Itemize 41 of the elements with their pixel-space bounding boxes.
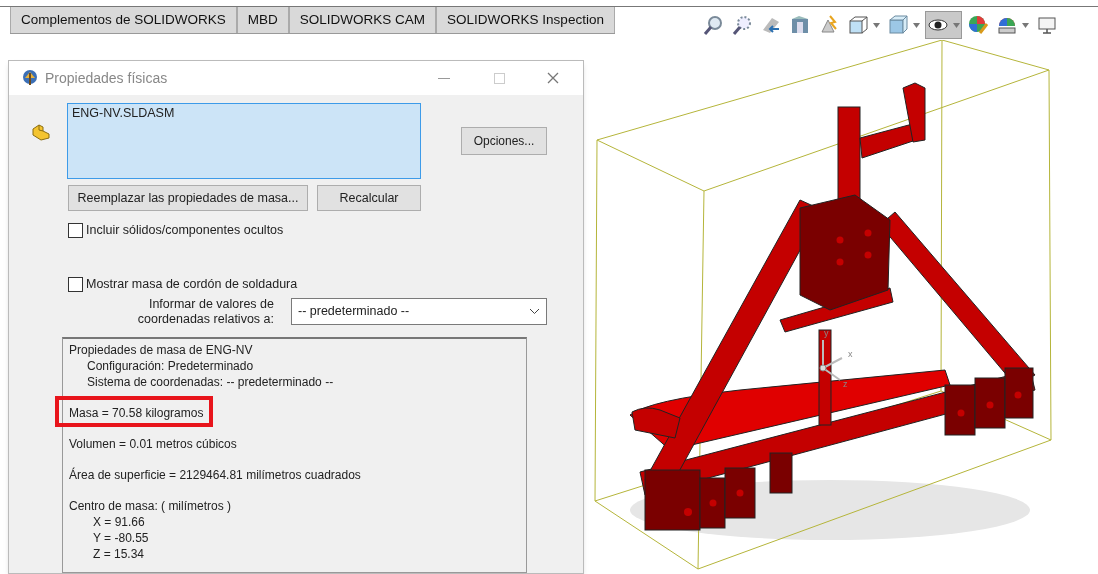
window-title: Propiedades físicas xyxy=(45,68,168,88)
result-line: Y = -80.55 xyxy=(92,530,149,546)
result-line: Z = 15.34 xyxy=(92,546,145,562)
cube-icon[interactable] xyxy=(847,14,869,36)
dropdown-arrow-icon[interactable] xyxy=(913,22,920,28)
selection-item[interactable]: ENG-NV.SLDASM xyxy=(72,106,416,121)
ribbon-tab[interactable]: MBD xyxy=(236,7,289,33)
checkbox[interactable] xyxy=(68,222,83,238)
checkbox[interactable] xyxy=(68,276,83,292)
coordinates-label: coordenadas relativos a: xyxy=(137,312,274,327)
result-line: Área de superficie = 2129464.81 milímetros cuadrados xyxy=(69,468,361,482)
ribbon-tab[interactable]: Complementos de SOLIDWORKS xyxy=(10,7,237,33)
dropdown-arrow-icon[interactable] xyxy=(873,22,880,28)
result-line: Configuración: Predeterminado xyxy=(86,358,254,374)
dropdown-arrow-icon[interactable] xyxy=(953,22,960,28)
checkbox-label: Incluir sólidos/componentes ocultos xyxy=(86,222,284,239)
ribbon-tab[interactable]: SOLIDWORKS Inspection xyxy=(436,7,615,33)
coordinate-system-dropdown[interactable]: -- predeterminado -- xyxy=(291,298,547,325)
dropdown-arrow-icon[interactable] xyxy=(1022,22,1029,28)
shaded-cube-icon[interactable] xyxy=(887,14,909,36)
axis-label: x xyxy=(848,349,853,359)
checkbox-label: Mostrar masa de cordón de soldadura xyxy=(86,276,298,293)
recalculate-button[interactable]: Recalcular xyxy=(317,185,421,211)
result-line: X = 91.66 xyxy=(92,514,145,530)
result-line: Masa = 70.58 kilogramos xyxy=(69,406,204,420)
close-icon[interactable] xyxy=(547,72,559,84)
result-line: Sistema de coordenadas: -- predeterminado -- xyxy=(86,374,334,390)
scale-icon xyxy=(21,69,39,87)
minimize-icon[interactable] xyxy=(438,77,450,79)
chevron-down-icon xyxy=(529,308,540,315)
selection-list[interactable]: ENG-NV.SLDASM xyxy=(67,103,421,179)
replace-mass-button[interactable]: Reemplazar las propiedades de masa... xyxy=(68,185,308,211)
result-line: Centro de masa: ( milímetros ) xyxy=(69,499,232,513)
coordinates-label: Informar de valores de xyxy=(148,297,274,312)
ribbon-tab[interactable]: SOLIDWORKS CAM xyxy=(288,7,437,33)
result-line: Volumen = 0.01 metros cúbicos xyxy=(69,437,237,451)
axis-label: z xyxy=(843,379,848,389)
axis-label: y xyxy=(824,328,829,338)
toolbar-button[interactable] xyxy=(925,11,962,39)
options-button[interactable]: Opciones... xyxy=(461,127,547,155)
result-line: Propiedades de masa de ENG-NV xyxy=(69,343,253,357)
